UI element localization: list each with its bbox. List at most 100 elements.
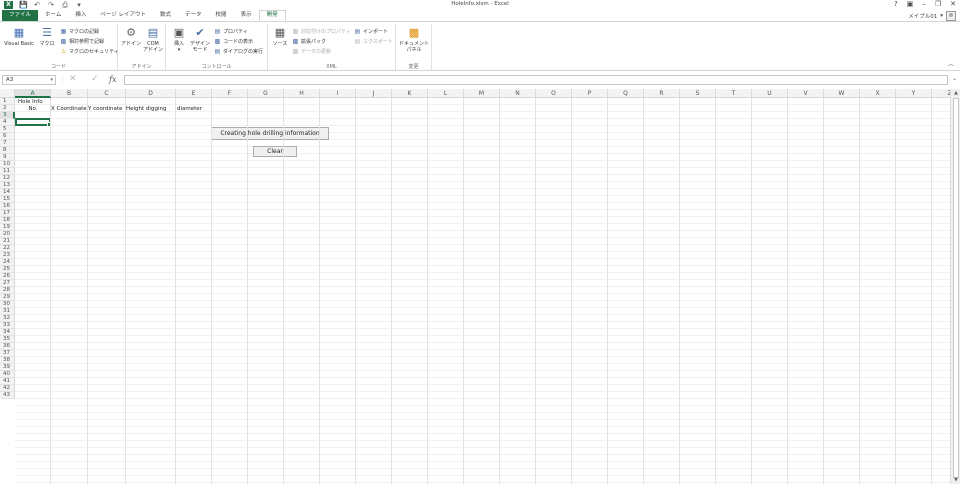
row-header-38[interactable]: 38: [0, 357, 15, 364]
record-macro-button[interactable]: ▦ マクロの記録: [60, 28, 99, 35]
refresh-data-button[interactable]: ▩ データの更新: [292, 48, 331, 55]
properties-button[interactable]: ▤ プロパティ: [214, 28, 248, 35]
column-header-F[interactable]: F: [212, 89, 248, 98]
row-header-1[interactable]: 1: [0, 98, 15, 105]
insert-function-icon[interactable]: fx: [109, 74, 116, 85]
insert-control-button[interactable]: ▣ 挿入 ▾: [169, 26, 189, 53]
view-code-button[interactable]: ▩ コードの表示: [214, 38, 253, 45]
column-header-O[interactable]: O: [536, 89, 572, 98]
tab-2[interactable]: 挿入: [68, 10, 93, 21]
row-header-40[interactable]: 40: [0, 371, 15, 378]
row-header-36[interactable]: 36: [0, 343, 15, 350]
column-header-U[interactable]: U: [752, 89, 788, 98]
close-icon[interactable]: ✕: [950, 0, 956, 8]
column-header-W[interactable]: W: [824, 89, 860, 98]
row-header-11[interactable]: 11: [0, 168, 15, 175]
export-button[interactable]: ▤ エクスポート: [354, 38, 393, 45]
row-header-16[interactable]: 16: [0, 203, 15, 210]
account-area[interactable]: メイプル01 ▾: [908, 10, 956, 21]
minimize-icon[interactable]: –: [922, 0, 926, 8]
column-header-A[interactable]: A: [15, 89, 51, 98]
column-header-L[interactable]: L: [428, 89, 464, 98]
row-header-7[interactable]: 7: [0, 140, 15, 147]
ribbon-display-icon[interactable]: ▣: [907, 0, 914, 8]
cell-D2[interactable]: Height digging: [126, 106, 166, 113]
row-header-21[interactable]: 21: [0, 238, 15, 245]
visual-basic-button[interactable]: ▦ Visual Basic: [3, 26, 35, 47]
active-cell-A3[interactable]: [15, 118, 52, 127]
cell-area[interactable]: [15, 98, 950, 484]
help-icon[interactable]: ?: [894, 0, 898, 8]
column-header-H[interactable]: H: [284, 89, 320, 98]
scroll-thumb[interactable]: [953, 98, 959, 478]
column-header-Q[interactable]: Q: [608, 89, 644, 98]
run-dialog-button[interactable]: ▤ ダイアログの実行: [214, 48, 263, 55]
row-header-2[interactable]: 2: [0, 105, 15, 112]
clear-button[interactable]: Clear: [253, 146, 297, 157]
expand-formula-bar-icon[interactable]: ⌄: [952, 75, 957, 82]
row-header-35[interactable]: 35: [0, 336, 15, 343]
row-header-37[interactable]: 37: [0, 350, 15, 357]
row-header-15[interactable]: 15: [0, 196, 15, 203]
row-header-23[interactable]: 23: [0, 252, 15, 259]
column-header-T[interactable]: T: [716, 89, 752, 98]
row-header-17[interactable]: 17: [0, 210, 15, 217]
row-header-29[interactable]: 29: [0, 294, 15, 301]
tab-6[interactable]: 校閲: [209, 10, 234, 21]
row-header-24[interactable]: 24: [0, 259, 15, 266]
cell-E2[interactable]: diameter: [177, 106, 202, 113]
map-properties-button[interactable]: ▩ 対応付けのプロパティ: [292, 28, 351, 35]
cell-A1[interactable]: Hole Info: [18, 99, 43, 106]
restore-icon[interactable]: ❐: [935, 0, 941, 8]
column-header-M[interactable]: M: [464, 89, 500, 98]
row-header-3[interactable]: 3: [0, 112, 15, 119]
column-header-D[interactable]: D: [126, 89, 176, 98]
expansion-packs-button[interactable]: ▩ 拡張パック: [292, 38, 326, 45]
row-header-30[interactable]: 30: [0, 301, 15, 308]
create-hole-info-button[interactable]: Creating hole drilling information: [211, 127, 329, 140]
column-header-J[interactable]: J: [356, 89, 392, 98]
cancel-icon[interactable]: ✕: [69, 74, 77, 85]
source-button[interactable]: ▦ ソース: [271, 26, 289, 47]
tab-7[interactable]: 表示: [234, 10, 259, 21]
select-all-corner[interactable]: [0, 89, 15, 98]
row-header-33[interactable]: 33: [0, 322, 15, 329]
row-header-28[interactable]: 28: [0, 287, 15, 294]
chevron-down-icon[interactable]: ▾: [50, 76, 53, 84]
import-button[interactable]: ▤ インポート: [354, 28, 388, 35]
row-header-20[interactable]: 20: [0, 231, 15, 238]
design-mode-button[interactable]: ✔ デザイン モード: [188, 26, 212, 53]
column-header-V[interactable]: V: [788, 89, 824, 98]
column-header-N[interactable]: N: [500, 89, 536, 98]
row-header-39[interactable]: 39: [0, 364, 15, 371]
tab-0[interactable]: ファイル: [2, 10, 39, 21]
row-header-19[interactable]: 19: [0, 224, 15, 231]
column-header-Z[interactable]: Z: [932, 89, 950, 98]
row-header-43[interactable]: 43: [0, 392, 15, 399]
row-header-4[interactable]: 4: [0, 119, 15, 126]
tab-8[interactable]: 開発: [258, 10, 286, 21]
tab-3[interactable]: ページ レイアウト: [93, 10, 153, 21]
enter-icon[interactable]: ✓: [91, 74, 99, 85]
row-header-9[interactable]: 9: [0, 154, 15, 161]
worksheet-grid[interactable]: Hole Info No. X Coordinate Y coordinate …: [0, 89, 950, 484]
column-header-P[interactable]: P: [572, 89, 608, 98]
row-header-5[interactable]: 5: [0, 126, 15, 133]
com-addin-button[interactable]: ▤ COM アドイン: [142, 26, 164, 53]
row-header-14[interactable]: 14: [0, 189, 15, 196]
row-header-41[interactable]: 41: [0, 378, 15, 385]
row-header-10[interactable]: 10: [0, 161, 15, 168]
tab-1[interactable]: ホーム: [38, 10, 68, 21]
relative-ref-button[interactable]: ▩ 相対参照で記録: [60, 38, 104, 45]
row-header-22[interactable]: 22: [0, 245, 15, 252]
column-header-E[interactable]: E: [176, 89, 212, 98]
cell-B2[interactable]: X Coordinate: [51, 106, 87, 113]
column-header-I[interactable]: I: [320, 89, 356, 98]
row-header-26[interactable]: 26: [0, 273, 15, 280]
macro-security-button[interactable]: ⚠ マクロのセキュリティ: [60, 48, 119, 55]
column-header-R[interactable]: R: [644, 89, 680, 98]
column-header-Y[interactable]: Y: [896, 89, 932, 98]
column-header-B[interactable]: B: [51, 89, 88, 98]
row-header-27[interactable]: 27: [0, 280, 15, 287]
tab-4[interactable]: 数式: [153, 10, 178, 21]
